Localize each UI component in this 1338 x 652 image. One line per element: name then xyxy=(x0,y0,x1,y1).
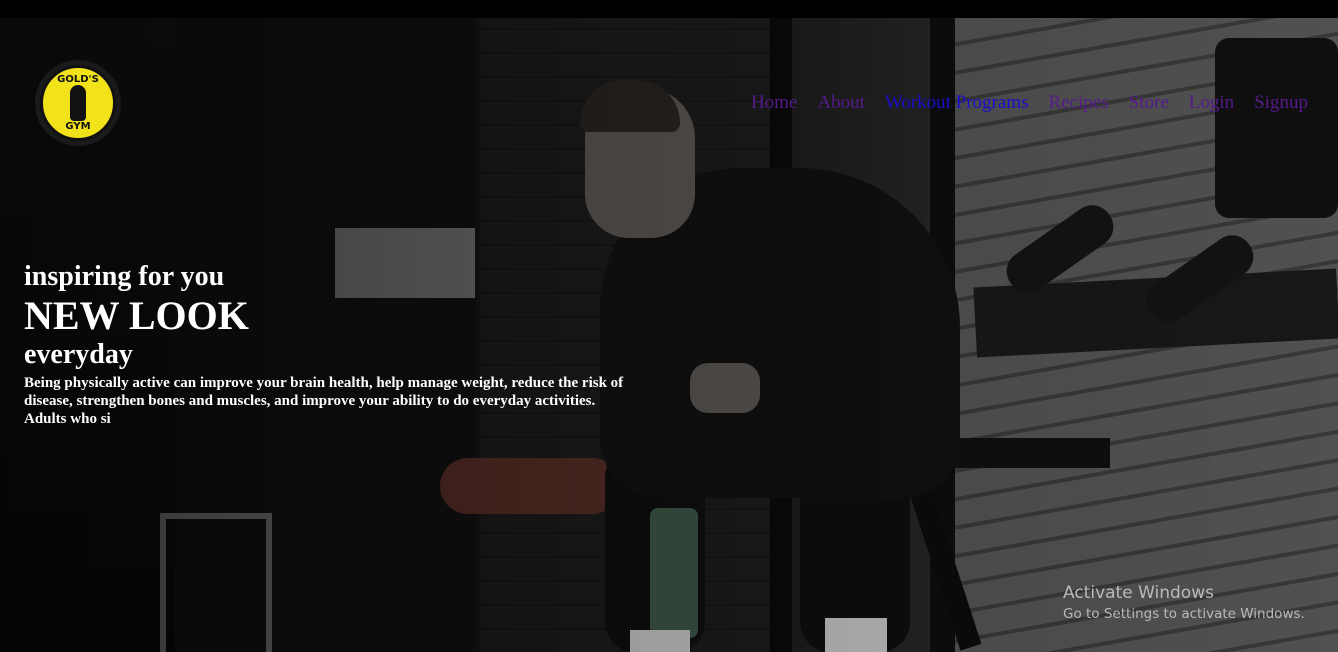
logo-badge: GOLD'S GYM xyxy=(40,65,116,141)
hero-subline: everyday xyxy=(24,339,133,370)
nav-about[interactable]: About xyxy=(817,92,865,114)
hero-text-block: inspiring for you NEW LOOK everyday Bein… xyxy=(24,260,624,428)
top-black-bar xyxy=(0,0,1338,18)
nav-store[interactable]: Store xyxy=(1129,92,1169,114)
bodybuilder-icon xyxy=(70,85,86,121)
nav-login[interactable]: Login xyxy=(1189,92,1234,114)
activate-windows-watermark: Activate Windows Go to Settings to activ… xyxy=(1063,582,1305,624)
nav-home[interactable]: Home xyxy=(751,92,797,114)
nav-signup[interactable]: Signup xyxy=(1254,92,1308,114)
golds-gym-logo[interactable]: GOLD'S GYM xyxy=(35,60,121,146)
hero-description: Being physically active can improve your… xyxy=(24,375,624,427)
hero-headline: NEW LOOK xyxy=(24,293,249,338)
hero-tagline: inspiring for you xyxy=(24,261,225,292)
logo-top-text: GOLD'S xyxy=(57,74,99,85)
logo-bottom-text: GYM xyxy=(65,121,91,132)
watermark-subtitle: Go to Settings to activate Windows. xyxy=(1063,606,1305,622)
main-nav: Home About Workout Programs Recipes Stor… xyxy=(751,92,1308,114)
watermark-title: Activate Windows xyxy=(1063,583,1214,603)
nav-workout-programs[interactable]: Workout Programs xyxy=(885,92,1029,114)
nav-recipes[interactable]: Recipes xyxy=(1048,92,1108,114)
